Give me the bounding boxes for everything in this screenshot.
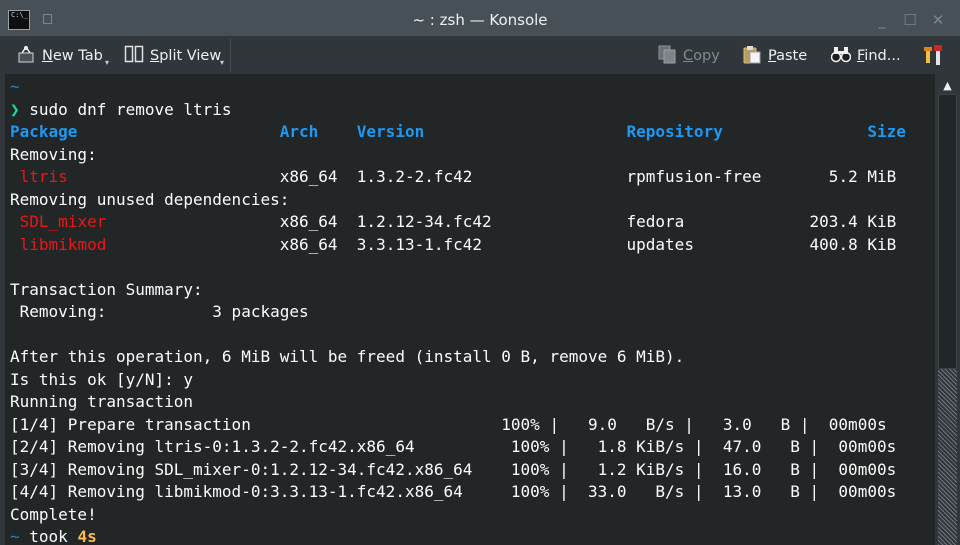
terminal-text: Package <box>10 122 280 141</box>
terminal-text: [1/4] Prepare transaction 100% | 9.0 B/s… <box>10 414 887 434</box>
split-view-icon <box>124 44 144 64</box>
terminal-line: ltris x86_64 1.3.2-2.fc42 rpmfusion-free… <box>10 166 897 188</box>
split-view-label: Split View <box>150 48 222 64</box>
terminal-text: took <box>19 527 78 545</box>
terminal-line: Removing unused dependencies: <box>10 189 289 211</box>
paste-label: Paste <box>768 48 808 64</box>
toolbar-separator <box>230 38 231 72</box>
terminal-view[interactable]: ~ ❯ sudo dnf remove ltris Package Arch Ver… <box>5 74 935 545</box>
terminal-text: Transaction Summary: <box>10 279 203 299</box>
scroll-up-arrow-icon[interactable]: ▲ <box>938 77 957 94</box>
scrollbar-track[interactable] <box>938 94 957 369</box>
copy-button[interactable]: Copy <box>657 44 720 66</box>
terminal-text: Repository <box>626 122 868 141</box>
terminal-text: ltris <box>19 167 68 186</box>
terminal-line: Removing: <box>10 144 97 166</box>
terminal-text: Version <box>356 122 627 141</box>
copy-icon <box>657 44 677 64</box>
terminal-text: x86_64 3.3.13-1.fc42 updates 400.8 KiB <box>106 234 897 254</box>
terminal-line: After this operation, 6 MiB will be free… <box>10 346 684 368</box>
konsole-window: C:\_ ~ : zsh — Konsole _ ☐ ✕ New Tab ▾ S… <box>0 0 960 545</box>
terminal-text: Removing: 3 packages <box>10 302 309 321</box>
hamburger-menu-icon <box>923 43 943 65</box>
split-view-button[interactable]: Split View <box>124 44 221 66</box>
terminal-text: Running transaction <box>10 392 194 411</box>
terminal-line: Package Arch Version Repository Size <box>10 121 906 143</box>
terminal-line: [3/4] Removing SDL_mixer-0:1.2.12-34.fc4… <box>10 459 896 481</box>
minimize-icon[interactable]: _ <box>874 12 890 28</box>
terminal-text: Arch <box>279 122 357 141</box>
terminal-line: SDL_mixer x86_64 1.2.12-34.fc42 fedora 2… <box>10 211 897 233</box>
terminal-text: Removing: <box>10 144 97 164</box>
terminal-text: [2/4] Removing ltris-0:1.3.2-2.fc42.x86_… <box>10 437 897 456</box>
terminal-line: libmikmod x86_64 3.3.13-1.fc42 updates 4… <box>10 234 897 256</box>
terminal-text: x86_64 1.2.12-34.fc42 fedora 203.4 KiB <box>106 212 897 231</box>
new-tab-label: New Tab <box>42 48 103 64</box>
terminal-text: Is this ok [y/N]: y <box>10 369 194 389</box>
find-button[interactable]: Find... <box>830 44 901 66</box>
terminal-text: x86_64 1.3.2-2.fc42 rpmfusion-free 5.2 M… <box>67 167 897 186</box>
terminal-text: ❯ <box>10 99 20 119</box>
terminal-line: ❯ sudo dnf remove ltris <box>10 99 232 121</box>
new-tab-button[interactable]: New Tab <box>16 44 103 66</box>
close-icon[interactable]: ✕ <box>930 12 946 28</box>
terminal-text: [4/4] Removing libmikmod-0:3.3.13-1.fc42… <box>10 482 897 501</box>
binoculars-icon <box>830 44 852 64</box>
title-bar[interactable]: C:\_ ~ : zsh — Konsole _ ☐ ✕ <box>0 0 960 40</box>
terminal-text: libmikmod <box>19 234 107 254</box>
terminal-line: [4/4] Removing libmikmod-0:3.3.13-1.fc42… <box>10 481 896 503</box>
main-toolbar: New Tab ▾ Split View ▾ Copy Paste Find..… <box>0 36 960 74</box>
scrollbar-slider[interactable] <box>938 369 957 545</box>
copy-label: Copy <box>683 48 720 64</box>
terminal-line: Removing: 3 packages <box>10 301 309 323</box>
terminal-text: ~ <box>10 527 20 545</box>
paste-icon <box>742 44 762 64</box>
terminal-line: Is this ok [y/N]: y <box>10 369 193 391</box>
hamburger-menu-button[interactable] <box>923 43 943 65</box>
paste-button[interactable]: Paste <box>742 44 807 66</box>
terminal-text: Complete! <box>10 504 97 524</box>
new-tab-icon <box>16 44 36 64</box>
terminal-line: [1/4] Prepare transaction 100% | 9.0 B/s… <box>10 414 887 436</box>
terminal-scrollbar[interactable]: ▲ <box>935 74 960 545</box>
maximize-icon[interactable]: ☐ <box>902 12 918 28</box>
split-view-dropdown-icon[interactable]: ▾ <box>220 58 224 67</box>
terminal-text: sudo dnf remove ltris <box>19 99 232 119</box>
find-label: Find... <box>857 48 901 64</box>
terminal-text: Size <box>867 122 906 141</box>
terminal-line: ~ took 4s <box>10 526 97 545</box>
terminal-text: SDL_mixer <box>19 212 107 231</box>
terminal-text: [3/4] Removing SDL_mixer-0:1.2.12-34.fc4… <box>10 459 897 479</box>
new-tab-dropdown-icon[interactable]: ▾ <box>105 58 109 67</box>
terminal-text: Removing unused dependencies: <box>10 189 290 209</box>
terminal-text: After this operation, 6 MiB will be free… <box>10 347 685 366</box>
terminal-line: Running transaction <box>10 391 193 413</box>
window-title: ~ : zsh — Konsole <box>412 11 548 29</box>
terminal-line: [2/4] Removing ltris-0:1.3.2-2.fc42.x86_… <box>10 436 896 458</box>
terminal-line: Complete! <box>10 504 97 526</box>
terminal-line: Transaction Summary: <box>10 279 203 301</box>
terminal-line: ~ <box>10 76 20 98</box>
terminal-text: 4s <box>77 527 97 545</box>
terminal-text: ~ <box>10 77 20 96</box>
